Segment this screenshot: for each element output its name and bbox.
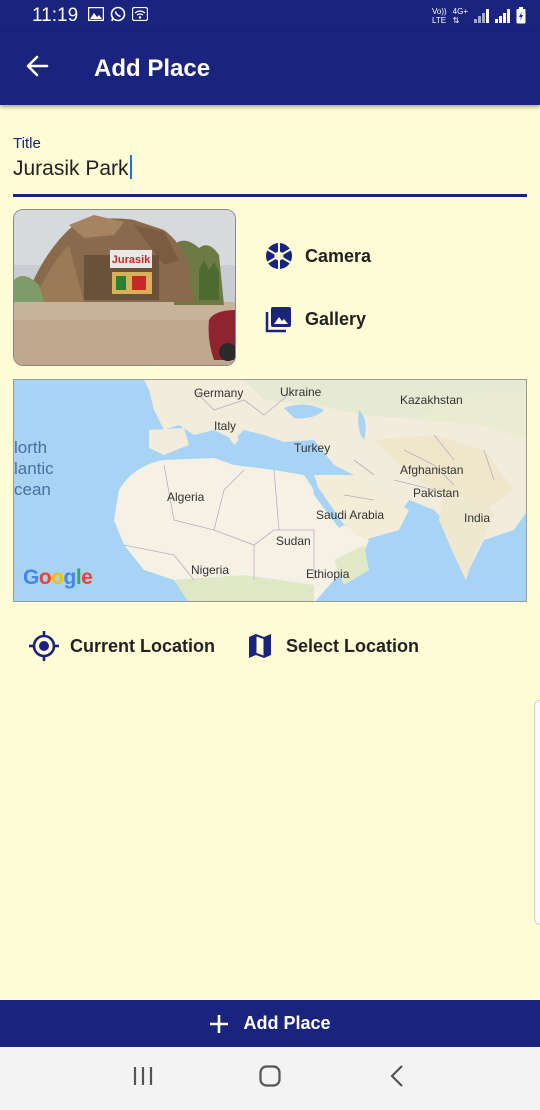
camera-icon <box>263 240 295 272</box>
map-label-ethiopia: Ethiopia <box>306 567 350 581</box>
signal-icon <box>474 9 489 23</box>
map-label-india: India <box>464 511 491 525</box>
recents-icon <box>132 1066 154 1091</box>
camera-label: Camera <box>305 245 372 266</box>
home-icon <box>259 1065 281 1092</box>
map-label-ukraine: Ukraine <box>280 385 322 399</box>
title-input[interactable]: Jurasik Park <box>13 155 132 181</box>
gallery-button[interactable]: Gallery <box>263 303 366 335</box>
image-icon <box>87 6 105 26</box>
map-label-germany: Germany <box>194 386 244 400</box>
location-actions: Current Location Select Location <box>28 630 528 666</box>
arrow-back-icon <box>25 54 49 83</box>
recent-apps-button[interactable] <box>113 1054 173 1104</box>
status-time: 11:19 <box>32 5 79 26</box>
map-label-algeria: Algeria <box>167 490 205 504</box>
signal-icon-2 <box>495 9 510 23</box>
google-logo-letter: o <box>38 566 52 589</box>
gallery-icon <box>263 303 295 335</box>
current-location-button[interactable]: Current Location <box>28 630 215 662</box>
title-field-label: Title <box>13 135 41 152</box>
data-arrows-text: ⇅ <box>452 16 460 25</box>
ocean-line-2: lantic <box>14 459 54 478</box>
map-label-nigeria: Nigeria <box>191 563 230 577</box>
google-logo-letter: G <box>23 566 39 589</box>
map-label-sudan: Sudan <box>276 534 311 548</box>
system-nav-bar <box>0 1047 540 1110</box>
lte-text: LTE <box>431 16 447 25</box>
google-logo-letter: e <box>81 566 93 589</box>
place-photo: Jurasik <box>13 209 236 366</box>
map-label-italy: Italy <box>214 419 237 433</box>
map-label-saudi-arabia: Saudi Arabia <box>316 508 385 522</box>
add-place-label: Add Place <box>243 1013 331 1033</box>
network-type-text: 4G+ <box>452 7 468 16</box>
add-icon <box>209 1014 229 1034</box>
edge-panel-handle[interactable] <box>534 700 540 925</box>
map-preview[interactable]: Germany Ukraine Kazakhstan Italy Turkey … <box>13 379 527 602</box>
map-label-kazakhstan: Kazakhstan <box>400 393 463 407</box>
chevron-left-icon <box>390 1065 404 1092</box>
status-bar: 11:19 Vo)) LTE 4G+ ⇅ <box>0 0 540 32</box>
system-back-button[interactable] <box>367 1054 427 1104</box>
select-location-button[interactable]: Select Location <box>244 630 419 662</box>
back-button[interactable] <box>2 32 72 105</box>
title-input-value: Jurasik Park <box>13 157 129 180</box>
camera-button[interactable]: Camera <box>263 240 371 272</box>
select-location-label: Select Location <box>286 635 420 656</box>
add-place-button[interactable]: Add Place <box>0 1000 540 1047</box>
home-button[interactable] <box>240 1054 300 1104</box>
volte-indicator: Vo)) LTE <box>432 7 447 25</box>
map-icon <box>244 630 276 662</box>
text-caret <box>129 155 132 179</box>
map-label-afghanistan: Afghanistan <box>400 463 464 477</box>
whatsapp-icon <box>110 6 126 27</box>
title-field[interactable]: Title Jurasik Park <box>13 134 527 197</box>
page-title: Add Place <box>94 54 211 82</box>
google-logo: Google <box>23 566 93 590</box>
network-indicator: 4G+ ⇅ <box>453 7 468 25</box>
map-label-pakistan: Pakistan <box>413 486 460 500</box>
wifi-icon <box>131 6 149 26</box>
ocean-line-1: lorth <box>14 438 48 457</box>
gallery-label: Gallery <box>305 308 367 329</box>
map-label-ocean: lorth lantic cean <box>14 437 54 500</box>
app-bar: Add Place <box>0 32 540 105</box>
ocean-line-3: cean <box>14 480 51 499</box>
my-location-icon <box>28 630 60 662</box>
map-label-turkey: Turkey <box>294 441 331 455</box>
google-logo-letter: g <box>63 566 77 589</box>
google-logo-letter: o <box>51 566 64 589</box>
current-location-label: Current Location <box>70 635 216 656</box>
battery-icon <box>516 6 526 26</box>
volte-text: Vo)) <box>431 7 447 16</box>
park-sign-text: Jurasik <box>112 254 151 266</box>
